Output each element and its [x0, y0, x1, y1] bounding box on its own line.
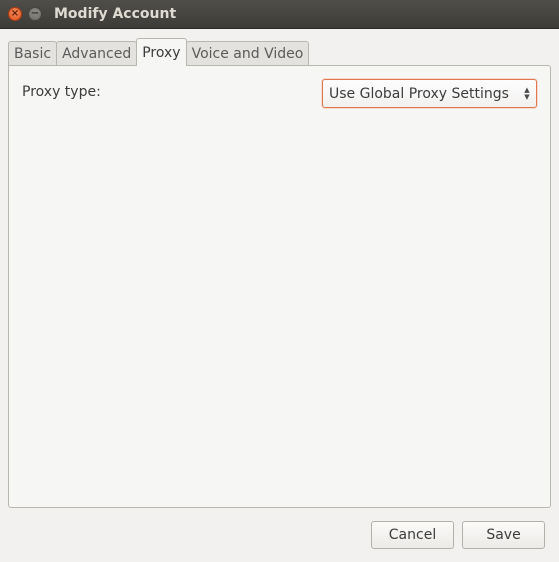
proxy-type-select[interactable]: Use Global Proxy Settings ▲ ▼ — [322, 79, 537, 108]
proxy-tab-panel: Proxy type: Use Global Proxy Settings ▲ … — [8, 65, 551, 508]
tab-voice-and-video[interactable]: Voice and Video — [185, 41, 310, 66]
minimize-window-button[interactable]: − — [28, 7, 42, 21]
cancel-button[interactable]: Cancel — [371, 521, 454, 549]
select-arrows-icon: ▲ ▼ — [518, 86, 536, 101]
tab-bar: Basic Advanced Proxy Voice and Video — [8, 38, 310, 66]
close-window-button[interactable]: × — [8, 7, 22, 21]
tab-proxy[interactable]: Proxy — [136, 38, 187, 66]
save-button[interactable]: Save — [462, 521, 545, 549]
close-icon: × — [10, 8, 20, 19]
arrow-down-icon: ▼ — [524, 92, 530, 101]
proxy-type-label: Proxy type: — [22, 84, 101, 100]
tab-basic[interactable]: Basic — [8, 41, 58, 66]
proxy-type-selected-value: Use Global Proxy Settings — [329, 85, 509, 102]
minimize-icon: − — [30, 8, 40, 19]
title-bar: × − Modify Account — [0, 0, 559, 29]
tab-advanced[interactable]: Advanced — [56, 41, 138, 66]
window-title: Modify Account — [54, 6, 177, 22]
